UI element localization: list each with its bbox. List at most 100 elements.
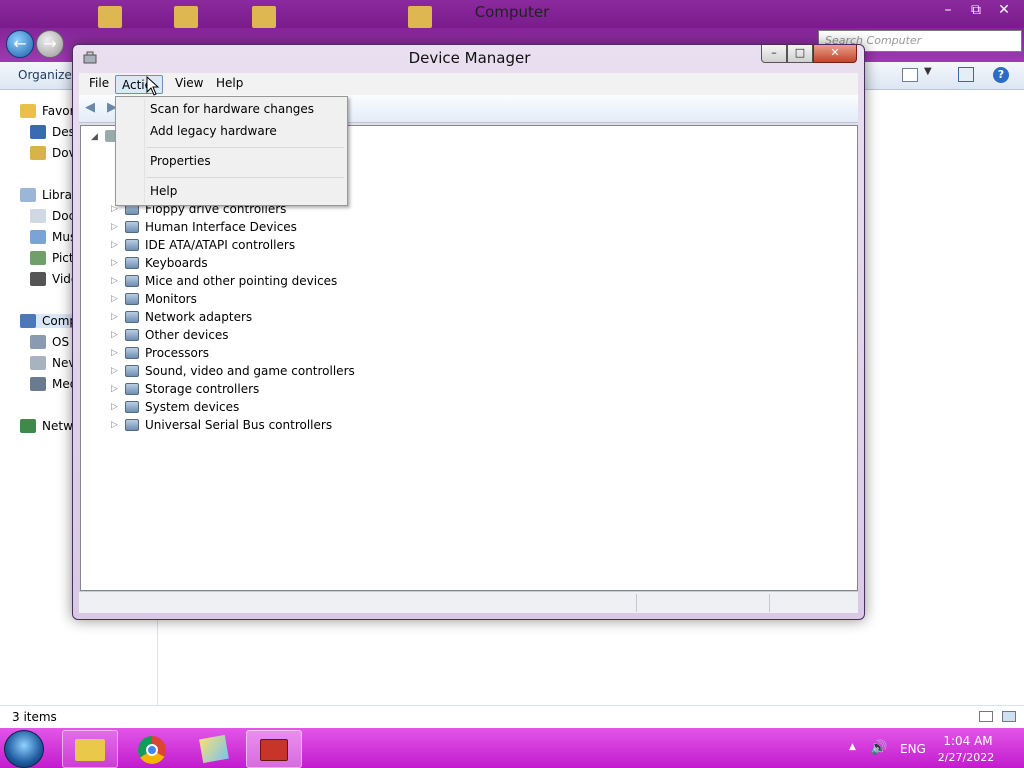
taskbar-app-icon[interactable] <box>186 730 242 768</box>
menu-item-scan-hardware[interactable]: Scan for hardware changes <box>150 102 314 116</box>
preview-pane-icon[interactable] <box>958 67 974 82</box>
library-icon <box>20 188 36 202</box>
nav-os-drive[interactable]: OS ( <box>30 335 78 349</box>
expand-icon[interactable]: ▷ <box>111 258 123 268</box>
nav-new-volume[interactable]: Nev <box>30 356 75 370</box>
expand-icon[interactable]: ▷ <box>111 240 123 250</box>
nav-downloads[interactable]: Dov <box>30 146 76 160</box>
desktop-icon <box>30 125 46 139</box>
organize-button[interactable]: Organize <box>18 68 72 82</box>
device-category[interactable]: ▷ Universal Serial Bus controllers <box>111 416 332 434</box>
close-icon[interactable]: ✕ <box>813 45 857 63</box>
menu-view[interactable]: View <box>175 76 203 90</box>
network-icon <box>20 419 36 433</box>
device-category-label: Keyboards <box>145 256 208 270</box>
window-caption-buttons: – □ ✕ <box>761 45 857 63</box>
nav-media[interactable]: Med <box>30 377 77 391</box>
language-indicator[interactable]: ENG <box>900 742 926 756</box>
device-category-icon <box>125 293 139 305</box>
clock-time[interactable]: 1:04 AM <box>940 734 996 748</box>
folder-icon <box>408 6 432 28</box>
device-category[interactable]: ▷ IDE ATA/ATAPI controllers <box>111 236 295 254</box>
details-view-icon[interactable] <box>979 711 993 722</box>
device-category-icon <box>125 221 139 233</box>
chevron-down-icon[interactable]: ▼ <box>924 66 932 77</box>
expand-icon[interactable]: ▷ <box>111 330 123 340</box>
nav-desktop[interactable]: Des <box>30 125 75 139</box>
menu-item-properties[interactable]: Properties <box>150 154 211 168</box>
device-category-icon <box>125 365 139 377</box>
menu-file[interactable]: File <box>89 76 109 90</box>
forward-arrow-icon[interactable]: → <box>36 30 64 58</box>
drive-icon <box>30 335 46 349</box>
star-icon <box>20 104 36 118</box>
expand-icon[interactable]: ▷ <box>111 384 123 394</box>
expand-icon[interactable]: ▷ <box>111 222 123 232</box>
back-arrow-icon[interactable]: ← <box>6 30 34 58</box>
nav-documents[interactable]: Doc <box>30 209 75 223</box>
expand-icon[interactable]: ▷ <box>111 312 123 322</box>
device-category[interactable]: ▷ Human Interface Devices <box>111 218 297 236</box>
device-category-icon <box>125 401 139 413</box>
device-category[interactable]: ▷ Monitors <box>111 290 197 308</box>
taskbar-chrome-icon[interactable] <box>124 730 180 768</box>
nav-pictures[interactable]: Pict <box>30 251 74 265</box>
expand-icon[interactable]: ▷ <box>111 366 123 376</box>
collapse-icon[interactable]: ◢ <box>91 132 98 142</box>
expand-icon[interactable]: ▷ <box>111 420 123 430</box>
documents-icon <box>30 209 46 223</box>
large-icons-view-icon[interactable] <box>1002 711 1016 722</box>
expand-icon[interactable]: ▷ <box>111 402 123 412</box>
menu-help[interactable]: Help <box>216 76 243 90</box>
nav-favorites[interactable]: Favor <box>20 104 75 118</box>
show-hidden-icons-icon[interactable]: ▲ <box>849 742 856 752</box>
device-category-icon <box>125 419 139 431</box>
volume-icon[interactable]: 🔊 <box>870 740 887 756</box>
music-icon <box>30 230 46 244</box>
device-category[interactable]: ▷ Network adapters <box>111 308 252 326</box>
help-icon[interactable]: ? <box>993 67 1009 83</box>
menu-separator <box>146 177 344 178</box>
device-category[interactable]: ▷ Storage controllers <box>111 380 259 398</box>
device-category-label: Processors <box>145 346 210 360</box>
device-category-icon <box>125 257 139 269</box>
device-category[interactable]: ▷ Other devices <box>111 326 229 344</box>
nav-music[interactable]: Mus <box>30 230 76 244</box>
maximize-icon[interactable]: □ <box>787 45 813 63</box>
device-category[interactable]: ▷ Mice and other pointing devices <box>111 272 337 290</box>
back-arrow-icon[interactable]: ◀ <box>85 101 101 115</box>
device-category[interactable]: ▷ Sound, video and game controllers <box>111 362 355 380</box>
videos-icon <box>30 272 46 286</box>
device-category[interactable]: ▷ Processors <box>111 344 209 362</box>
expand-icon[interactable]: ▷ <box>111 276 123 286</box>
menu-item-help[interactable]: Help <box>150 184 177 198</box>
media-drive-icon <box>30 377 46 391</box>
nav-libraries[interactable]: Libra <box>20 188 72 202</box>
device-category-label: Storage controllers <box>145 382 260 396</box>
restore-icon[interactable]: ⧉ <box>962 0 990 20</box>
device-category[interactable]: ▷ Keyboards <box>111 254 208 272</box>
nav-network[interactable]: Netw <box>20 419 73 433</box>
menu-item-add-legacy[interactable]: Add legacy hardware <box>150 124 277 138</box>
folder-icon <box>98 6 122 28</box>
device-category-icon <box>125 275 139 287</box>
expand-icon[interactable]: ▷ <box>111 348 123 358</box>
expand-icon[interactable]: ▷ <box>111 294 123 304</box>
clock-date[interactable]: 2/27/2022 <box>936 751 996 764</box>
item-count: 3 items <box>12 710 57 724</box>
minimize-icon[interactable]: – <box>761 45 787 63</box>
window-title: Device Manager <box>408 49 531 67</box>
minimize-icon[interactable]: – <box>934 0 962 20</box>
status-divider <box>636 594 637 612</box>
start-button[interactable] <box>4 730 44 768</box>
view-options-icon[interactable] <box>902 68 918 82</box>
taskbar-device-manager-icon[interactable] <box>246 730 302 768</box>
device-category-label: IDE ATA/ATAPI controllers <box>145 238 296 252</box>
explorer-caption-buttons: – ⧉ ✕ <box>934 0 1018 22</box>
folder-icon <box>174 6 198 28</box>
taskbar-explorer-icon[interactable] <box>62 730 118 768</box>
device-category-icon <box>125 311 139 323</box>
close-icon[interactable]: ✕ <box>990 0 1018 20</box>
device-category[interactable]: ▷ System devices <box>111 398 239 416</box>
device-category-label: Mice and other pointing devices <box>145 274 338 288</box>
